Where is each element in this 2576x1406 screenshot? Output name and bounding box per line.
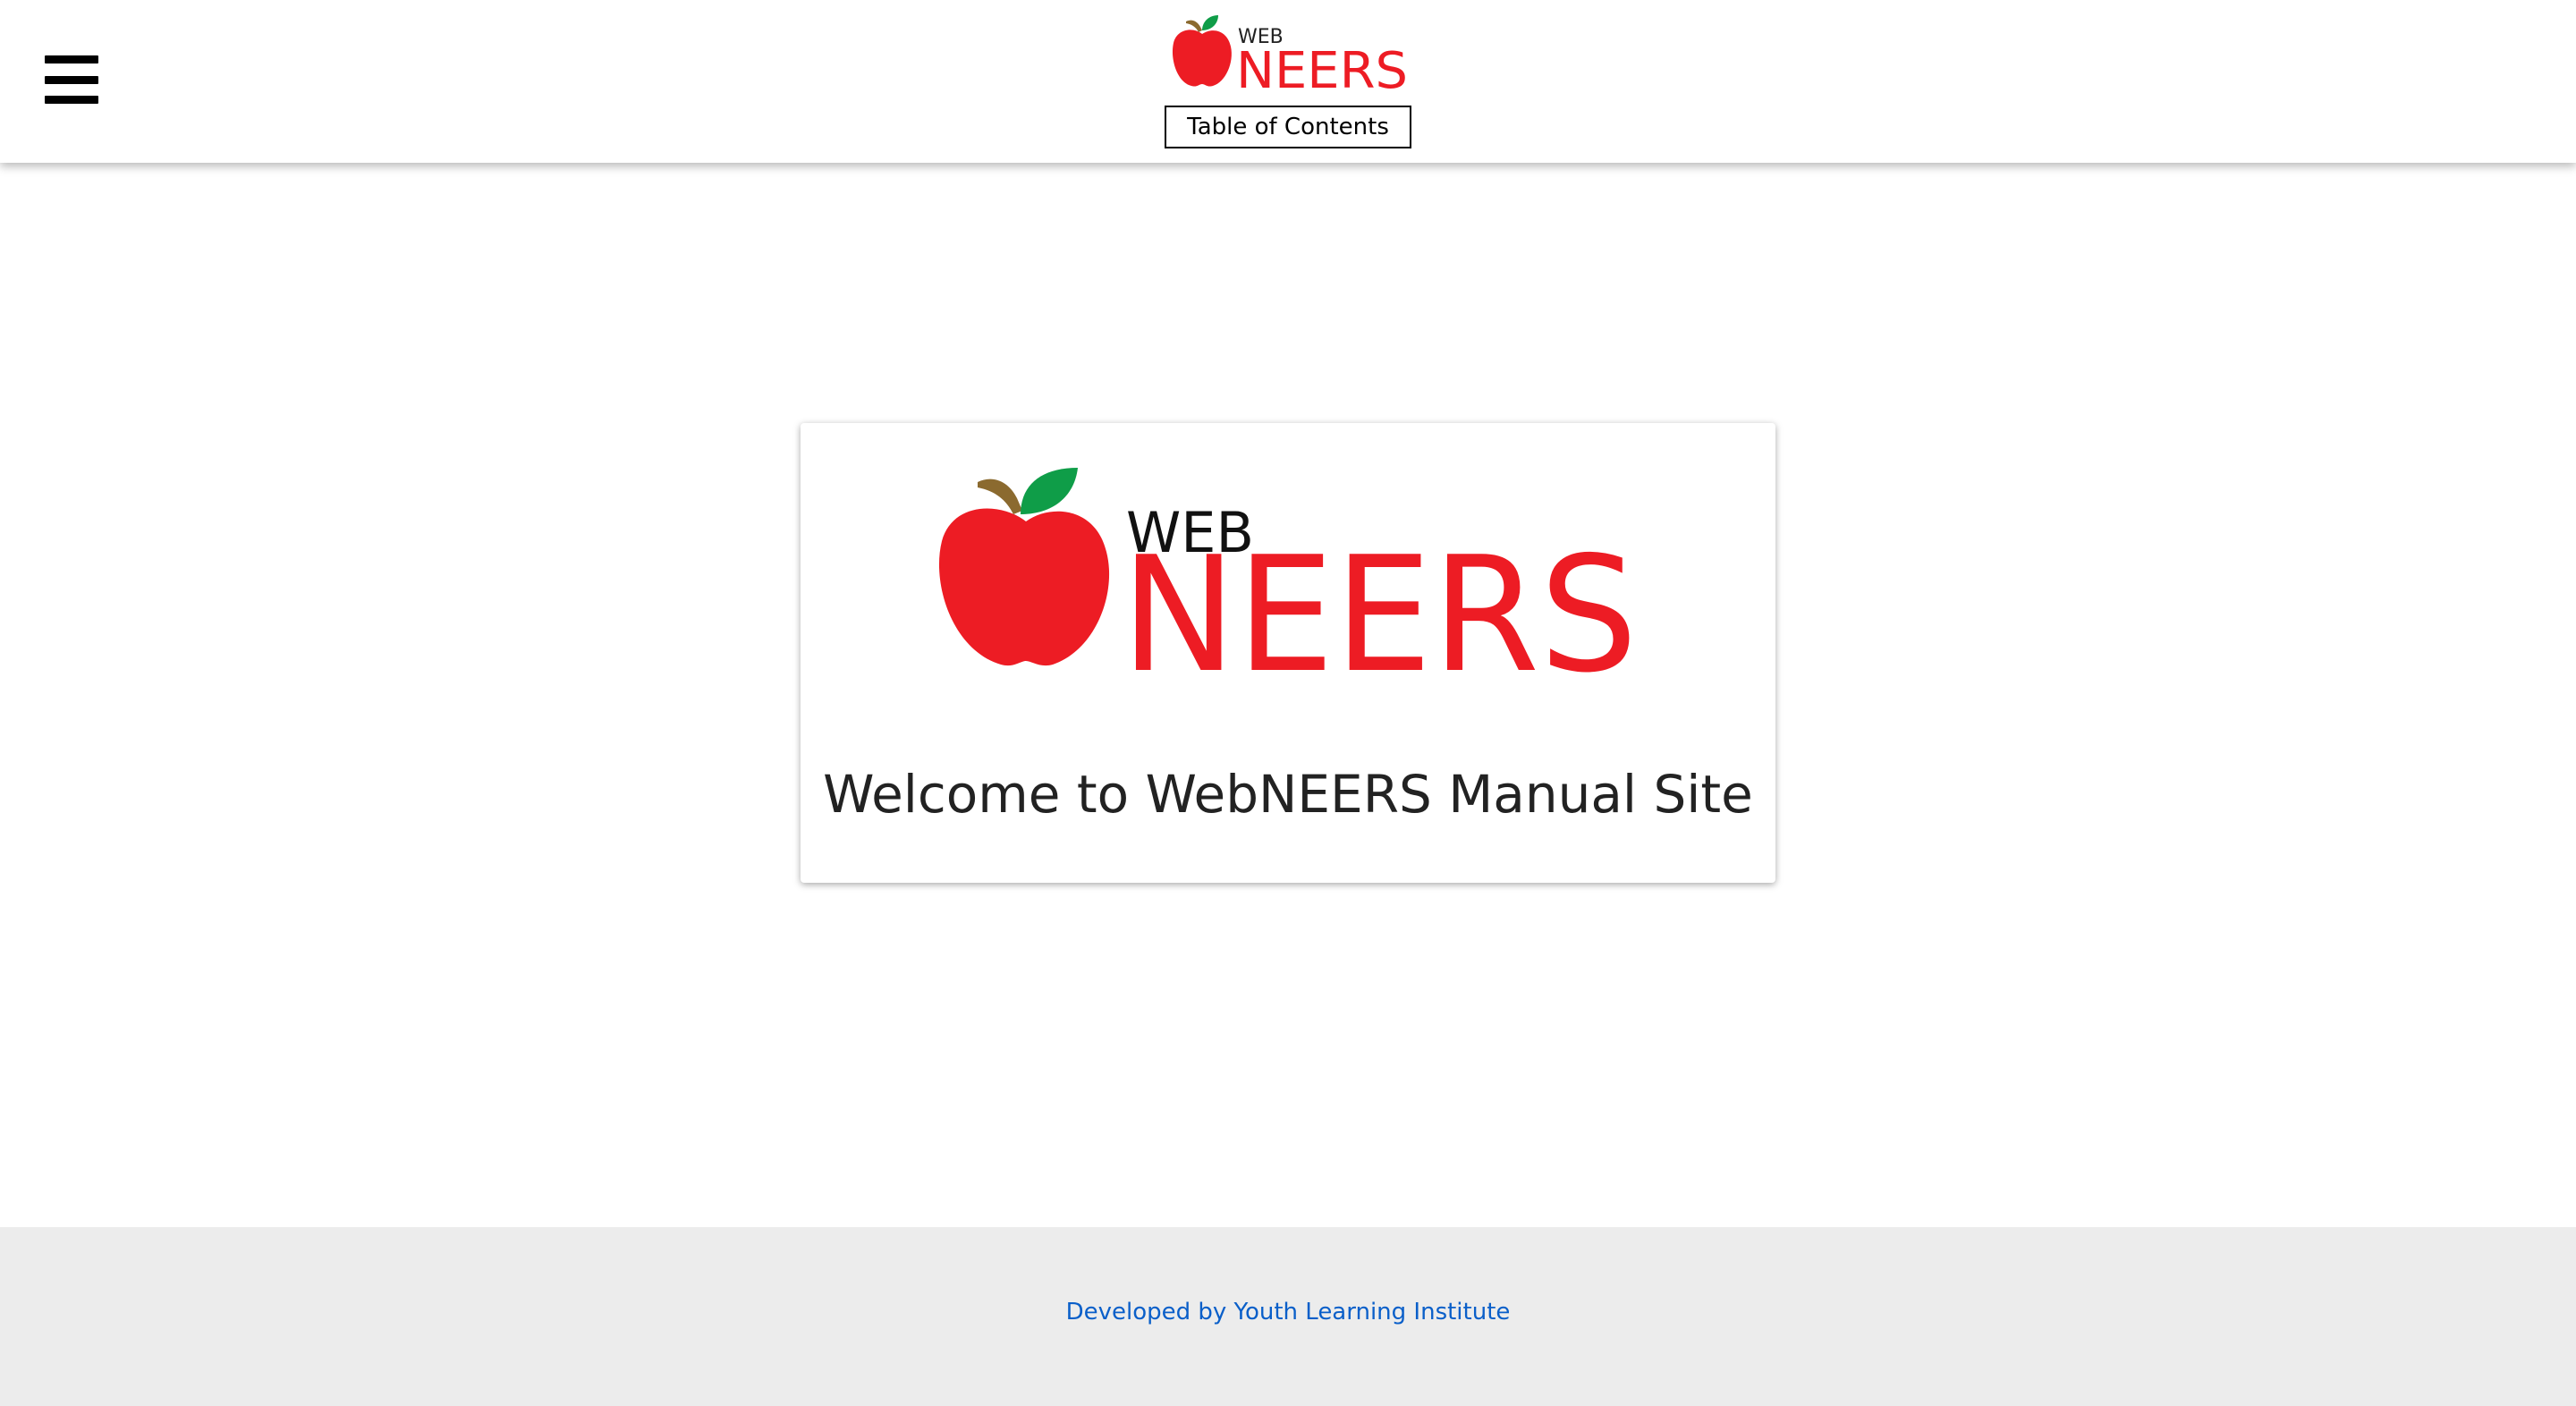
apple-body-icon: [938, 508, 1110, 666]
apple-body-icon: [1172, 30, 1232, 87]
site-footer: Developed by Youth Learning Institute: [0, 1227, 2576, 1406]
footer-credit-link[interactable]: Developed by Youth Learning Institute: [0, 1299, 2576, 1326]
apple-leaf-icon: [1021, 468, 1078, 514]
header-logo-neers-text: NEERS: [1236, 42, 1408, 91]
apple-leaf-icon: [1202, 15, 1218, 30]
table-of-contents-button[interactable]: Table of Contents: [1165, 106, 1411, 148]
main-logo-neers-text: NEERS: [1121, 522, 1638, 673]
menu-bar-bottom: [45, 96, 98, 104]
header-logo[interactable]: WEB NEERS: [1166, 13, 1410, 91]
welcome-heading: Welcome to WebNEERS Manual Site: [823, 764, 1753, 825]
menu-bar-top: [45, 55, 98, 64]
page: WEB NEERS Table of Contents WEB NEERS We…: [0, 0, 2576, 1406]
main-logo: WEB NEERS: [938, 468, 1638, 673]
site-header: WEB NEERS Table of Contents: [0, 0, 2576, 163]
hamburger-menu-icon[interactable]: [45, 55, 98, 104]
menu-bar-middle: [45, 75, 98, 84]
